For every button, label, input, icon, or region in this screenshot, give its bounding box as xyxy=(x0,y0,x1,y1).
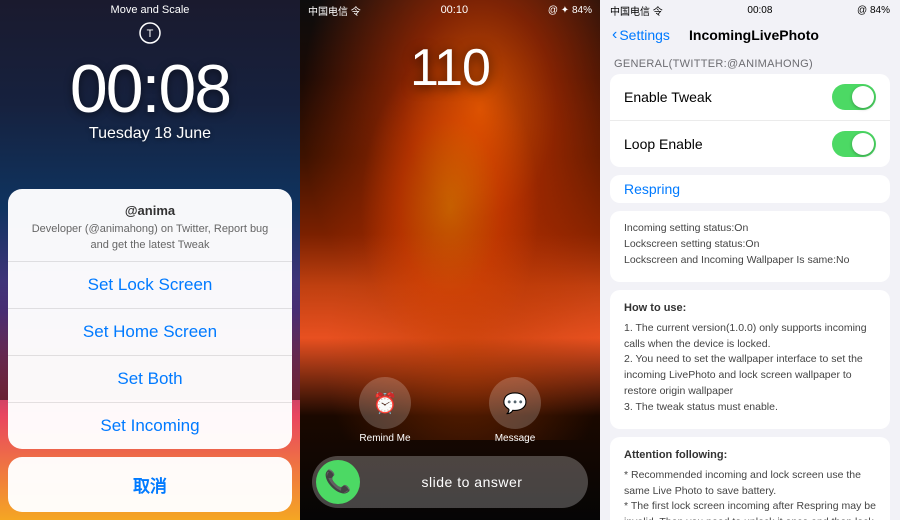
back-button[interactable]: ‹ Settings xyxy=(612,26,670,44)
nav-title: IncomingLivePhoto xyxy=(670,27,838,43)
message-bubble[interactable]: 💬 Message xyxy=(489,377,541,444)
attention-card: Attention following: * Recommended incom… xyxy=(610,437,890,520)
how-to-use-title: How to use: xyxy=(624,300,876,317)
message-icon: 💬 xyxy=(489,377,541,429)
panel1-lockscreen: Move and Scale T 00:08 Tuesday 18 June @… xyxy=(0,0,300,520)
panel1-time: 00:08 xyxy=(70,50,230,128)
loop-enable-label: Loop Enable xyxy=(624,136,703,152)
panel2-status-icons: @ ✦ 84% xyxy=(548,5,592,16)
message-label: Message xyxy=(495,433,536,444)
status-info-card: Incoming setting status:On Lockscreen se… xyxy=(610,211,890,282)
action-sheet-card: @anima Developer (@animahong) on Twitter… xyxy=(8,189,292,449)
action-sheet-subtitle: Developer (@animahong) on Twitter, Repor… xyxy=(24,222,276,253)
panel2-call-number: 110 xyxy=(410,38,490,98)
settings-card: Enable Tweak Loop Enable xyxy=(610,74,890,167)
panel3-time: 00:08 xyxy=(747,5,772,16)
action-sheet-header: @anima Developer (@animahong) on Twitter… xyxy=(8,189,292,262)
panel2-action-bubbles: ⏰ Remind Me 💬 Message xyxy=(300,377,600,456)
panel1-date: Tuesday 18 June xyxy=(89,125,211,143)
panel2-status-left: 中国电信 令 xyxy=(308,3,361,18)
action-sheet-cancel-card: 取消 xyxy=(8,457,292,512)
panel3-settings: 中国电信 令 00:08 @ 84% ‹ Settings IncomingLi… xyxy=(600,0,900,520)
enable-tweak-label: Enable Tweak xyxy=(624,89,712,105)
svg-text:T: T xyxy=(147,28,154,40)
loop-enable-row: Loop Enable xyxy=(610,121,890,167)
back-label: Settings xyxy=(619,27,670,43)
general-section-header: GENERAL(TWITTER:@ANIMAHONG) xyxy=(600,52,900,74)
panel1-lock-icon: T xyxy=(139,22,161,44)
panel1-header-label: Move and Scale xyxy=(111,4,190,16)
how-to-use-text: 1. The current version(1.0.0) only suppo… xyxy=(624,321,876,416)
remind-me-icon: ⏰ xyxy=(359,377,411,429)
status-text: Incoming setting status:On Lockscreen se… xyxy=(624,221,876,268)
panel3-status-bar: 中国电信 令 00:08 @ 84% xyxy=(600,0,900,20)
panel2-incoming-call: 中国电信 令 00:10 @ ✦ 84% 110 ⏰ Remind Me 💬 M… xyxy=(300,0,600,520)
slide-to-answer[interactable]: 📞 slide to answer xyxy=(312,456,588,508)
how-to-use-card: How to use: 1. The current version(1.0.0… xyxy=(610,290,890,429)
panel2-bottom-controls: ⏰ Remind Me 💬 Message 📞 slide to answer xyxy=(300,377,600,520)
remind-me-bubble[interactable]: ⏰ Remind Me xyxy=(359,377,411,444)
slide-text: slide to answer xyxy=(360,474,584,490)
cancel-button[interactable]: 取消 xyxy=(8,457,292,512)
panel3-carrier: 中国电信 令 xyxy=(610,3,663,18)
enable-tweak-row: Enable Tweak xyxy=(610,74,890,121)
enable-tweak-knob xyxy=(852,86,874,108)
back-chevron-icon: ‹ xyxy=(612,26,617,44)
panel2-status-bar: 中国电信 令 00:10 @ ✦ 84% xyxy=(300,0,600,20)
set-lock-screen-button[interactable]: Set Lock Screen xyxy=(8,262,292,309)
set-incoming-button[interactable]: Set Incoming xyxy=(8,403,292,449)
panel3-status-icons: @ 84% xyxy=(857,5,890,16)
panel3-nav: ‹ Settings IncomingLivePhoto xyxy=(600,20,900,52)
panel2-status-time: 00:10 xyxy=(441,4,469,16)
panel2-carrier: 中国电信 令 xyxy=(308,3,361,18)
attention-text: * Recommended incoming and lock screen u… xyxy=(624,468,876,520)
panel1-status-bar: Move and Scale xyxy=(0,0,300,20)
loop-enable-knob xyxy=(852,133,874,155)
action-sheet-title: @anima xyxy=(24,203,276,218)
enable-tweak-toggle[interactable] xyxy=(832,84,876,110)
respring-button[interactable]: Respring xyxy=(610,175,890,203)
loop-enable-toggle[interactable] xyxy=(832,131,876,157)
set-home-screen-button[interactable]: Set Home Screen xyxy=(8,309,292,356)
attention-title: Attention following: xyxy=(624,447,876,464)
answer-handle: 📞 xyxy=(316,460,360,504)
action-sheet: @anima Developer (@animahong) on Twitter… xyxy=(8,189,292,520)
panel2-status-right: @ ✦ 84% xyxy=(548,5,592,16)
set-both-button[interactable]: Set Both xyxy=(8,356,292,403)
remind-me-label: Remind Me xyxy=(359,433,410,444)
